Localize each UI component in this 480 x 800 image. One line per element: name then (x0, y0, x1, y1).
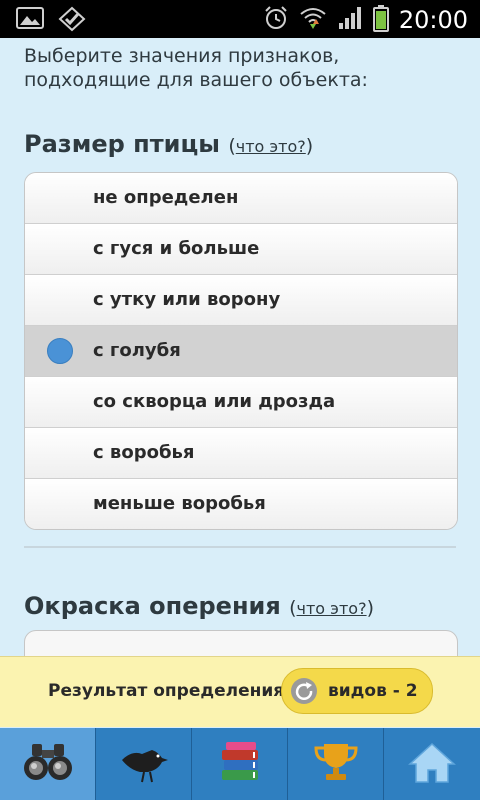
bottom-tab-bar (0, 728, 480, 800)
tab-achievements[interactable] (288, 728, 384, 800)
intro-text: Выберите значения признаков, подходящие … (24, 45, 368, 91)
alarm-icon (263, 5, 289, 35)
home-icon (406, 740, 458, 788)
tab-birds[interactable] (96, 728, 192, 800)
radio-button[interactable] (47, 236, 73, 262)
tab-library[interactable] (192, 728, 288, 800)
radio-button[interactable] (47, 389, 73, 415)
binoculars-icon (22, 740, 74, 788)
content-area[interactable]: Выберите значения признаков, подходящие … (0, 38, 480, 656)
option-item[interactable]: с гуся и больше (25, 224, 457, 275)
signal-icon (337, 5, 363, 35)
result-bar: Результат определения: видов - 2 (0, 656, 480, 727)
radio-button[interactable] (47, 185, 73, 211)
status-bar: 20:00 (0, 0, 480, 38)
radio-button[interactable] (47, 287, 73, 313)
radio-button[interactable] (47, 491, 73, 517)
tab-home[interactable] (384, 728, 480, 800)
size-options-list: не определен с гуся и больше с утку или … (24, 172, 458, 530)
wifi-icon (299, 5, 327, 35)
plumage-options-list (24, 630, 458, 656)
trophy-icon (310, 740, 362, 788)
tab-identify[interactable] (0, 728, 96, 800)
gallery-icon (16, 6, 44, 36)
refresh-icon (291, 678, 317, 704)
option-label: не определен (93, 187, 239, 208)
option-item-selected[interactable]: с голубя (25, 326, 457, 377)
radio-button-checked[interactable] (47, 338, 73, 364)
option-label: с голубя (93, 340, 181, 361)
check-icon (58, 6, 86, 36)
option-item[interactable]: меньше воробья (25, 479, 457, 529)
result-button[interactable]: видов - 2 (281, 668, 433, 714)
option-item[interactable]: не определен (25, 173, 457, 224)
bird-icon (118, 740, 170, 788)
section-title-size: Размер птицы (что это?) (24, 130, 314, 158)
section-divider (24, 546, 456, 548)
option-label: меньше воробья (93, 493, 266, 514)
section-title-label: Размер птицы (24, 130, 220, 158)
option-label: со скворца или дрозда (93, 391, 336, 412)
result-count: видов - 2 (328, 681, 418, 701)
radio-button[interactable] (47, 440, 73, 466)
option-item[interactable]: со скворца или дрозда (25, 377, 457, 428)
option-label: с гуся и больше (93, 238, 260, 259)
what-is-this-link[interactable]: что это? (297, 599, 367, 618)
result-label: Результат определения: (48, 681, 291, 701)
option-item[interactable]: с утку или ворону (25, 275, 457, 326)
option-item[interactable]: с воробья (25, 428, 457, 479)
section-title-plumage: Окраска оперения (что это?) (24, 592, 374, 620)
what-is-this-link[interactable]: что это? (236, 137, 306, 156)
battery-icon (372, 4, 389, 36)
option-label: с воробья (93, 442, 195, 463)
option-label: с утку или ворону (93, 289, 281, 310)
books-icon (214, 740, 266, 788)
clock: 20:00 (398, 6, 468, 34)
section-title-label: Окраска оперения (24, 592, 281, 620)
